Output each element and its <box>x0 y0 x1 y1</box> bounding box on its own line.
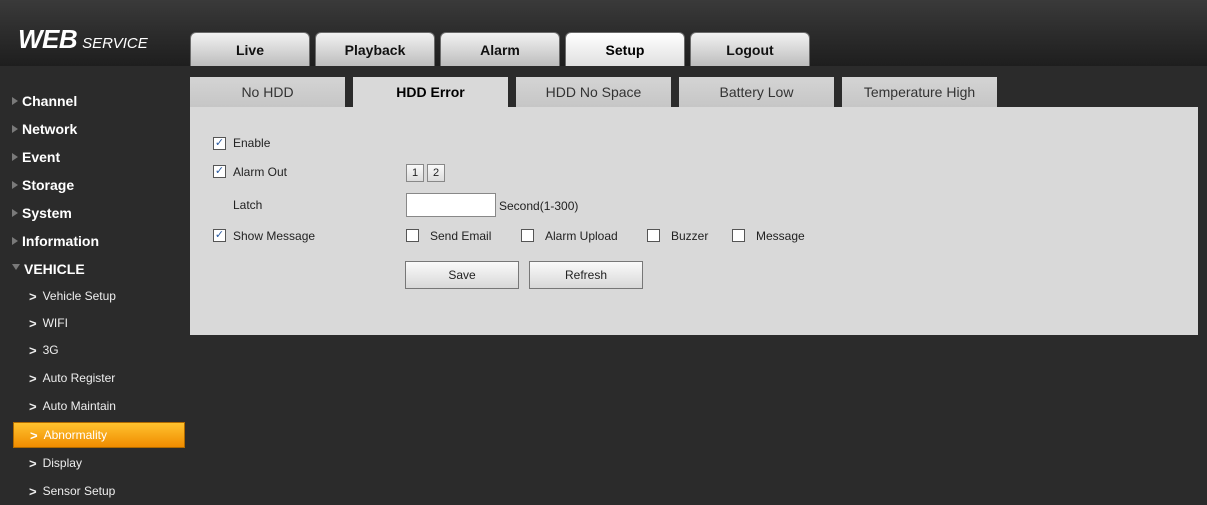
sidebar-item-system[interactable]: System <box>0 199 190 227</box>
triangle-right-icon <box>12 181 18 189</box>
sidebar-item-label: System <box>22 205 72 221</box>
show-message-checkbox[interactable]: ✓ <box>213 229 226 242</box>
tab-playback[interactable]: Playback <box>315 32 435 66</box>
logo-web: WEB <box>18 24 78 54</box>
logo-service: SERVICE <box>82 35 148 52</box>
alarm-out-channel-1[interactable]: 1 <box>406 164 424 182</box>
save-button[interactable]: Save <box>405 261 519 289</box>
chevron-right-icon: > <box>29 315 37 331</box>
sidebar-item-channel[interactable]: Channel <box>0 87 190 115</box>
alarm-upload-label: Alarm Upload <box>545 229 618 243</box>
chevron-right-icon: > <box>29 288 37 304</box>
sidebar-subitem-label: WIFI <box>42 316 68 330</box>
refresh-button[interactable]: Refresh <box>529 261 643 289</box>
alarm-out-checkbox[interactable]: ✓ <box>213 165 226 178</box>
logo: WEB SERVICE <box>18 24 148 55</box>
sidebar-subitem-vehicle-setup[interactable]: > Vehicle Setup <box>13 283 185 309</box>
alarm-out-label: Alarm Out <box>233 165 288 179</box>
sidebar-item-information[interactable]: Information <box>0 227 190 255</box>
sidebar-subitem-3g[interactable]: > 3G <box>13 337 185 363</box>
sidebar-subitem-label: Abnormality <box>43 428 107 442</box>
show-message-label: Show Message <box>233 229 316 243</box>
buzzer-label: Buzzer <box>671 229 709 243</box>
sidebar-subitem-label: Auto Register <box>42 371 116 385</box>
latch-unit: Second(1-300) <box>499 199 579 213</box>
check-icon: ✓ <box>214 165 225 177</box>
sidebar-subitem-auto-register[interactable]: > Auto Register <box>13 365 185 391</box>
check-icon: ✓ <box>214 137 225 149</box>
settings-panel: ✓ Enable ✓ Alarm Out 1 2 Latch Second(1-… <box>190 107 1198 335</box>
subtab-hdd-no-space[interactable]: HDD No Space <box>516 77 671 107</box>
sidebar-subitem-wifi[interactable]: > WIFI <box>13 310 185 336</box>
triangle-right-icon <box>12 125 18 133</box>
sidebar-subitem-label: Sensor Setup <box>42 484 116 498</box>
sidebar-item-label: Information <box>22 233 99 249</box>
triangle-right-icon <box>12 209 18 217</box>
chevron-right-icon: > <box>29 455 37 471</box>
send-email-label: Send Email <box>430 229 492 243</box>
sidebar-item-vehicle[interactable]: VEHICLE <box>0 255 190 283</box>
sidebar-subitem-label: Display <box>42 456 82 470</box>
subtab-hdd-error[interactable]: HDD Error <box>353 77 508 107</box>
triangle-down-icon <box>12 264 20 270</box>
subtab-battery-low[interactable]: Battery Low <box>679 77 834 107</box>
chevron-right-icon: > <box>29 370 37 386</box>
sidebar-subitem-display[interactable]: > Display <box>13 450 185 476</box>
sidebar-subitem-label: Auto Maintain <box>42 399 116 413</box>
check-icon: ✓ <box>214 229 225 241</box>
sidebar-subitem-sensor-setup[interactable]: > Sensor Setup <box>13 478 185 504</box>
enable-label: Enable <box>233 136 271 150</box>
triangle-right-icon <box>12 153 18 161</box>
chevron-right-icon: > <box>30 427 38 443</box>
sidebar-subitem-abnormality[interactable]: > Abnormality <box>13 422 185 448</box>
alarm-out-channel-2[interactable]: 2 <box>427 164 445 182</box>
sidebar-item-label: Network <box>22 121 78 137</box>
subtab-no-hdd[interactable]: No HDD <box>190 77 345 107</box>
sidebar-item-label: Storage <box>22 177 75 193</box>
sidebar-item-storage[interactable]: Storage <box>0 171 190 199</box>
enable-checkbox[interactable]: ✓ <box>213 137 226 150</box>
sidebar-subitem-label: Vehicle Setup <box>42 289 116 303</box>
message-label: Message <box>756 229 805 243</box>
sidebar-item-label: VEHICLE <box>24 261 85 277</box>
sidebar-item-event[interactable]: Event <box>0 143 190 171</box>
tab-alarm[interactable]: Alarm <box>440 32 560 66</box>
send-email-checkbox[interactable] <box>406 229 419 242</box>
tab-setup[interactable]: Setup <box>565 32 685 66</box>
subtab-temperature-high[interactable]: Temperature High <box>842 77 997 107</box>
sidebar-item-label: Channel <box>22 93 78 109</box>
latch-label: Latch <box>233 198 263 212</box>
chevron-right-icon: > <box>29 342 37 358</box>
sidebar-subitem-label: 3G <box>42 343 59 357</box>
sidebar-item-network[interactable]: Network <box>0 115 190 143</box>
chevron-right-icon: > <box>29 483 37 499</box>
sidebar-item-label: Event <box>22 149 61 165</box>
tab-live[interactable]: Live <box>190 32 310 66</box>
latch-input[interactable] <box>406 193 496 217</box>
chevron-right-icon: > <box>29 398 37 414</box>
top-bar: WEB SERVICE Live Playback Alarm Setup Log… <box>0 0 1207 66</box>
sidebar-subitem-auto-maintain[interactable]: > Auto Maintain <box>13 393 185 419</box>
message-checkbox[interactable] <box>732 229 745 242</box>
alarm-upload-checkbox[interactable] <box>521 229 534 242</box>
buzzer-checkbox[interactable] <box>647 229 660 242</box>
tab-logout[interactable]: Logout <box>690 32 810 66</box>
triangle-right-icon <box>12 237 18 245</box>
triangle-right-icon <box>12 97 18 105</box>
